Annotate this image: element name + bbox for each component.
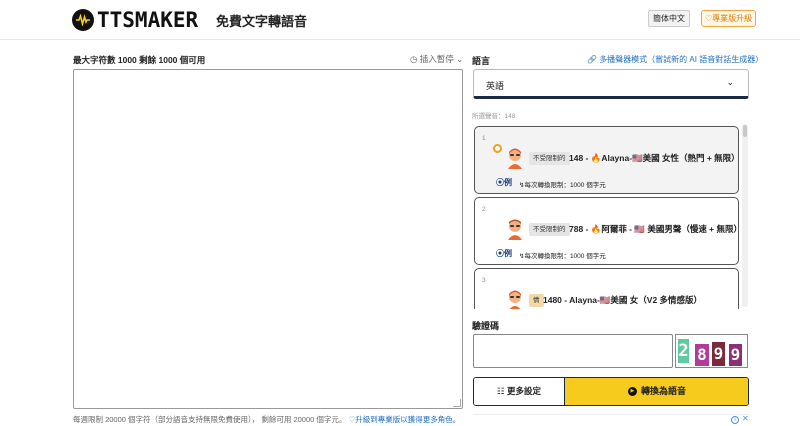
unlimited-badge: 不受限制的 [529,152,570,165]
play-icon: ▶ [627,387,637,397]
play-sample-button[interactable]: ⦿例 [496,248,512,259]
upgrade-link[interactable]: ♡升級到專業版以獲得更多角色。 [348,415,460,424]
insert-pause-dropdown[interactable]: ◷ 插入暫停 ⌄ [410,53,463,65]
page-tagline: 免費文字轉語音 [216,14,308,29]
char-count-info: 最大字符數 1000 剩餘 1000 個可用 [73,55,206,65]
convert-to-speech-button[interactable]: ▶ 轉換為語音 [565,378,748,405]
ad-info-icon[interactable]: i [731,416,739,424]
ad-area [473,414,749,426]
voice-limit: ↯每次轉換限制：1000 個字元 [519,253,606,260]
voice-list-scrollbar[interactable] [742,124,748,307]
captcha-digit: 9 [729,344,742,366]
scrollbar-thumb[interactable] [743,125,747,137]
play-sample-button[interactable]: ⦿例 [496,177,512,188]
multi-voice-link-text: 多播聲器模式（嘗試新的 AI 語音對話生成器） [599,55,764,64]
waveform-icon [72,9,94,31]
text-input-area[interactable] [73,69,463,409]
weekly-limit-note: 每週限制 20000 個字符（部分語音支持無限免費使用）， 剩餘可用 20000… [73,414,460,425]
voice-number: 3 [482,277,486,284]
voice-number: 2 [482,206,486,213]
voice-name: 1480 - Alayna-🇺🇸美國 女（V2 多情感版） [543,295,703,305]
pro-upgrade-button[interactable]: ♡專業版升級 [701,10,757,27]
voice-list[interactable]: 1 不受限制的 148 - 🔥Alayna-🇺🇸美國 女性（熱門 + 無限） ⦿… [472,121,750,309]
voice-name: 788 - 🔥阿爾菲 - 🇺🇸 美國男聲（慢速 + 無限） [569,224,743,234]
voice-number: 1 [482,135,486,142]
top-header: TTSMAKER 免費文字轉語音 簡体中文 ♡專業版升級 [0,0,800,40]
link-icon: 🔗 [587,55,600,64]
voice-radio-selected[interactable] [493,144,502,153]
language-select[interactable]: 英語 ⌄ [473,69,749,99]
convert-button-label: 轉換為語音 [640,386,686,396]
logo[interactable]: TTSMAKER [72,8,198,32]
captcha-image[interactable]: 2 8 9 9 [675,334,748,368]
captcha-digit: 2 [678,339,689,363]
language-switch-button[interactable]: 簡体中文 [648,10,690,27]
more-settings-button[interactable]: ☷ 更多設定 [474,378,565,405]
selected-voice-count: 所選聲音：148 [472,113,516,120]
ad-close-icon[interactable]: ✕ [742,414,749,423]
captcha-digit: 8 [695,344,709,366]
voice-avatar [509,290,521,309]
captcha-label: 驗證碼 [472,321,500,331]
logo-text: TTSMAKER [97,8,199,32]
emotion-badge: 情 [529,294,544,307]
captcha-input[interactable] [473,334,673,368]
resize-handle[interactable] [453,399,461,407]
voice-card-1[interactable]: 1 不受限制的 148 - 🔥Alayna-🇺🇸美國 女性（熱門 + 無限） ⦿… [474,126,740,194]
language-label: 語言 [472,56,491,66]
voice-card-3[interactable]: 3 情 1480 - Alayna-🇺🇸美國 女（V2 多情感版） [474,268,739,309]
weekly-limit-text: 每週限制 20000 個字符（部分語音支持無限免費使用）， 剩餘可用 20000… [73,415,347,424]
action-buttons: ☷ 更多設定 ▶ 轉換為語音 [473,377,749,406]
voice-limit: ↯每次轉換限制：1000 個字元 [519,182,606,189]
multi-voice-mode-link[interactable]: 🔗 多播聲器模式（嘗試新的 AI 語音對話生成器） [587,54,763,65]
chevron-down-icon: ⌄ [726,77,734,87]
voice-name: 148 - 🔥Alayna-🇺🇸美國 女性（熱門 + 無限） [569,153,740,163]
unlimited-badge: 不受限制的 [529,223,570,236]
captcha-digit: 9 [712,342,725,366]
language-selected-value: 英語 [486,81,505,91]
voice-card-2[interactable]: 2 不受限制的 788 - 🔥阿爾菲 - 🇺🇸 美國男聲（慢速 + 無限） ⦿例… [474,197,743,265]
voice-avatar [508,219,522,240]
voice-avatar [508,148,522,169]
